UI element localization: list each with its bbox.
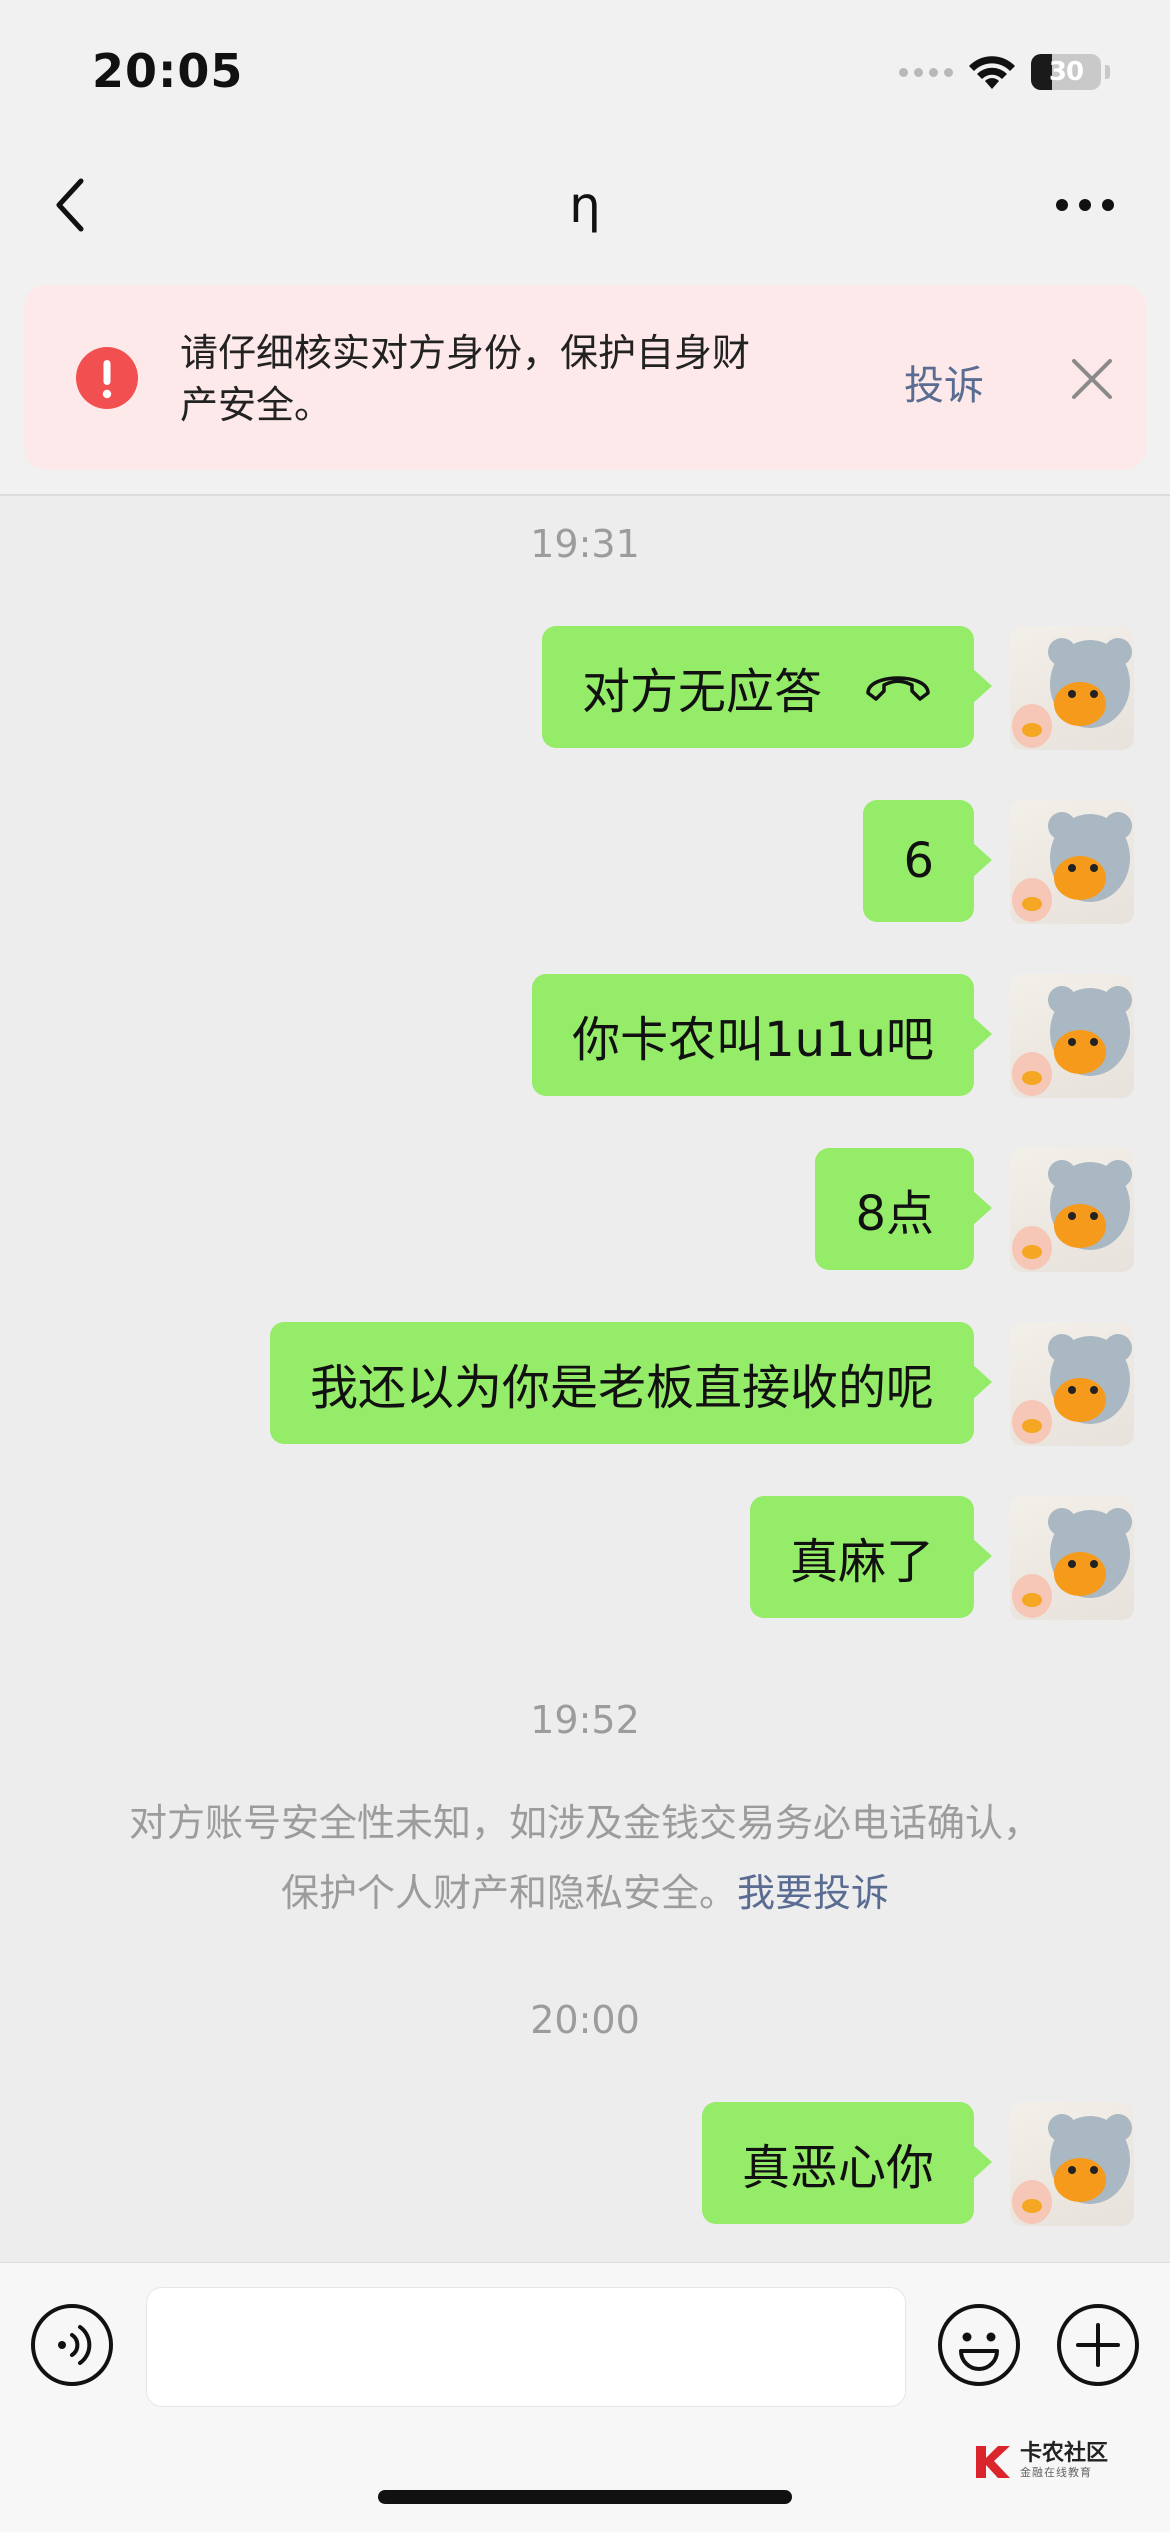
message-text: 你卡农叫1u1u吧	[572, 1012, 934, 1068]
status-time: 20:05	[92, 44, 244, 98]
message-bubble[interactable]: 真麻了	[749, 1496, 993, 1618]
battery-icon: 30	[1031, 54, 1101, 90]
close-icon[interactable]	[1064, 351, 1120, 407]
avatar-image	[1012, 2114, 1132, 2224]
timestamp: 19:31	[530, 522, 640, 566]
message-row: 我还以为你是老板直接收的呢	[269, 1322, 1134, 1446]
warning-banner: 请仔细核实对方身份，保护自身财产安全。 投诉	[24, 285, 1146, 470]
more-button[interactable]	[1050, 180, 1120, 230]
message-bubble[interactable]: 8点	[815, 1148, 992, 1270]
exclamation-icon	[76, 347, 138, 409]
message-bubble[interactable]: 真恶心你	[701, 2102, 993, 2224]
avatar[interactable]	[1010, 1322, 1134, 1446]
kanong-logo-icon	[976, 2446, 1010, 2478]
status-icons: 30	[899, 52, 1110, 92]
message-text: 真麻了	[789, 1534, 934, 1590]
message-bubble[interactable]: 你卡农叫1u1u吧	[532, 974, 992, 1096]
avatar[interactable]	[1010, 1148, 1134, 1272]
avatar-image	[1012, 812, 1132, 922]
warning-text: 请仔细核实对方身份，保护自身财产安全。	[180, 331, 751, 427]
watermark-subtitle: 金融在线教育	[1020, 2466, 1092, 2479]
wifi-icon	[969, 56, 1015, 89]
avatar[interactable]	[1010, 2102, 1134, 2226]
report-link[interactable]: 投诉	[904, 353, 984, 411]
message-row: 你卡农叫1u1u吧	[532, 974, 1134, 1098]
system-notice-line2: 保护个人财产和隐私安全。	[280, 1871, 737, 1915]
watermark-title: 卡农社区	[1020, 2441, 1109, 2466]
avatar[interactable]	[1010, 974, 1134, 1098]
message-input[interactable]	[146, 2287, 906, 2407]
avatar-image	[1012, 638, 1132, 748]
top-area: 20:05 30 η 请仔细核实对方身份，保护自身财产安全。 投诉	[0, 0, 1170, 494]
message-bubble[interactable]: 6	[863, 800, 992, 922]
avatar[interactable]	[1010, 1496, 1134, 1620]
more-dots-icon	[1056, 199, 1114, 211]
hang-up-phone-icon	[866, 676, 930, 701]
battery-level: 30	[1048, 57, 1084, 87]
chat-title: η	[569, 176, 601, 234]
message-text: 对方无应答	[581, 664, 822, 720]
system-notice: 对方账号安全性未知，如涉及金钱交易务必电话确认， 保护个人财产和隐私安全。我要投…	[70, 1788, 1100, 1928]
watermark: 卡农社区 金融在线教育	[972, 2440, 1108, 2482]
avatar[interactable]	[1010, 800, 1134, 924]
message-row: 8点	[815, 1148, 1134, 1272]
message-text: 我还以为你是老板直接收的呢	[309, 1360, 934, 1416]
avatar-image	[1012, 1508, 1132, 1618]
timestamp: 19:52	[530, 1698, 640, 1742]
message-text: 真恶心你	[741, 2140, 934, 2196]
signal-dots-icon	[899, 67, 953, 77]
message-row: 对方无应答	[541, 626, 1134, 750]
message-text: 6	[903, 833, 934, 889]
emoji-icon[interactable]	[937, 2303, 1021, 2387]
plus-icon[interactable]	[1056, 2303, 1140, 2387]
system-notice-line1: 对方账号安全性未知，如涉及金钱交易务必电话确认，	[128, 1801, 1041, 1845]
avatar-image	[1012, 1334, 1132, 1444]
avatar-image	[1012, 986, 1132, 1096]
message-row: 真恶心你	[701, 2102, 1134, 2226]
header-divider	[0, 494, 1170, 496]
message-text: 8点	[855, 1186, 934, 1242]
message-row: 真麻了	[749, 1496, 1134, 1620]
home-indicator[interactable]	[378, 2490, 792, 2504]
voice-icon[interactable]	[30, 2303, 114, 2387]
report-link[interactable]: 我要投诉	[737, 1871, 889, 1915]
message-bubble[interactable]: 对方无应答	[541, 626, 993, 748]
avatar-image	[1012, 1160, 1132, 1270]
avatar[interactable]	[1010, 626, 1134, 750]
message-row: 6	[863, 800, 1134, 924]
timestamp: 20:00	[530, 1998, 640, 2042]
message-bubble[interactable]: 我还以为你是老板直接收的呢	[269, 1322, 993, 1444]
